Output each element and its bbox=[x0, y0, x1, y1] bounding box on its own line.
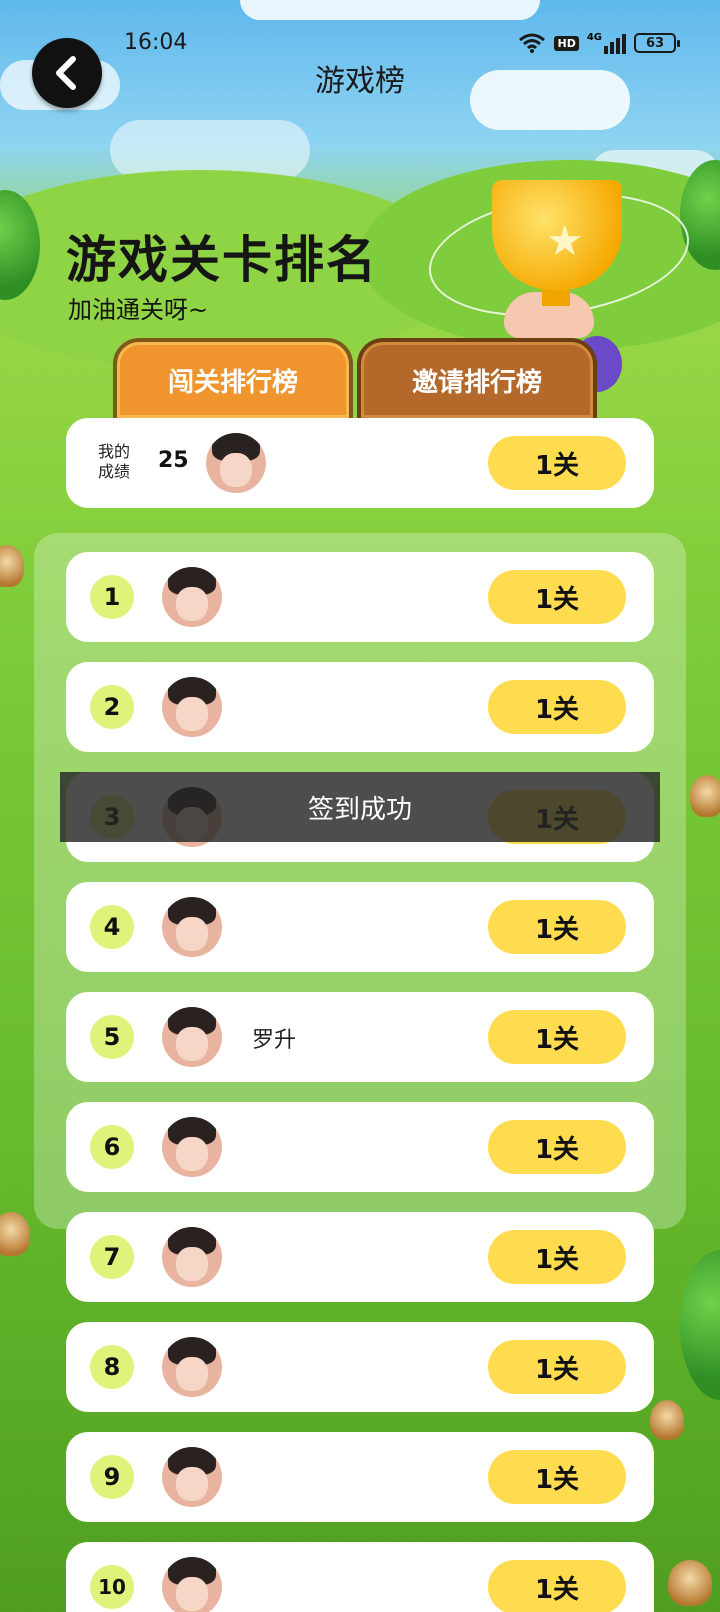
my-score: 25 bbox=[158, 448, 189, 473]
tab-level-ranking[interactable]: 闯关排行榜 bbox=[113, 338, 353, 418]
avatar bbox=[162, 897, 222, 957]
ranking-row[interactable]: 5 罗升 1关 bbox=[66, 992, 654, 1082]
star-icon: ★ bbox=[546, 216, 584, 265]
avatar bbox=[162, 677, 222, 737]
avatar bbox=[162, 1337, 222, 1397]
ranking-row[interactable]: 6 1关 bbox=[66, 1102, 654, 1192]
status-icons: HD 4G 63 bbox=[518, 32, 680, 54]
my-level-badge: 1关 bbox=[488, 436, 626, 490]
rank-number: 9 bbox=[90, 1455, 134, 1499]
tab-invite-ranking[interactable]: 邀请排行榜 bbox=[357, 338, 597, 418]
signal-icon: 4G bbox=[587, 32, 626, 54]
rank-number: 2 bbox=[90, 685, 134, 729]
ranking-row[interactable]: 10 1关 bbox=[66, 1542, 654, 1612]
level-badge: 1关 bbox=[488, 680, 626, 734]
my-result-label: 我的成绩 bbox=[97, 442, 130, 481]
avatar bbox=[162, 567, 222, 627]
level-badge: 1关 bbox=[488, 1340, 626, 1394]
avatar bbox=[162, 1117, 222, 1177]
toast-message: 签到成功 bbox=[60, 772, 660, 842]
rank-number: 1 bbox=[90, 575, 134, 619]
ranking-row[interactable]: 8 1关 bbox=[66, 1322, 654, 1412]
rank-number: 5 bbox=[90, 1015, 134, 1059]
hero-subtitle: 加油通关呀~ bbox=[68, 296, 209, 324]
network-label: 4G bbox=[586, 32, 602, 43]
level-badge: 1关 bbox=[488, 1230, 626, 1284]
rank-number: 7 bbox=[90, 1235, 134, 1279]
rank-number: 8 bbox=[90, 1345, 134, 1389]
level-badge: 1关 bbox=[488, 1450, 626, 1504]
avatar bbox=[162, 1557, 222, 1612]
my-result-card: 我的成绩 25 1关 bbox=[66, 418, 654, 508]
level-badge: 1关 bbox=[488, 570, 626, 624]
status-time: 16:04 bbox=[124, 30, 188, 55]
page-title: 游戏榜 bbox=[315, 64, 405, 99]
battery-indicator: 63 bbox=[634, 33, 680, 53]
ranking-row[interactable]: 4 1关 bbox=[66, 882, 654, 972]
player-name: 罗升 bbox=[252, 1028, 297, 1053]
ranking-row[interactable]: 2 1关 bbox=[66, 662, 654, 752]
ranking-row[interactable]: 9 1关 bbox=[66, 1432, 654, 1522]
level-badge: 1关 bbox=[488, 1010, 626, 1064]
avatar bbox=[162, 1227, 222, 1287]
rank-number: 10 bbox=[90, 1565, 134, 1609]
avatar bbox=[206, 433, 266, 493]
hd-badge: HD bbox=[554, 35, 579, 51]
hero-title: 游戏关卡排名 bbox=[66, 231, 378, 289]
rank-number: 4 bbox=[90, 905, 134, 949]
ranking-row[interactable]: 7 1关 bbox=[66, 1212, 654, 1302]
avatar bbox=[162, 1007, 222, 1067]
avatar bbox=[162, 1447, 222, 1507]
level-badge: 1关 bbox=[488, 1560, 626, 1612]
ranking-row[interactable]: 1 1关 bbox=[66, 552, 654, 642]
level-badge: 1关 bbox=[488, 1120, 626, 1174]
wifi-icon bbox=[519, 33, 546, 53]
rank-number: 6 bbox=[90, 1125, 134, 1169]
level-badge: 1关 bbox=[488, 900, 626, 954]
